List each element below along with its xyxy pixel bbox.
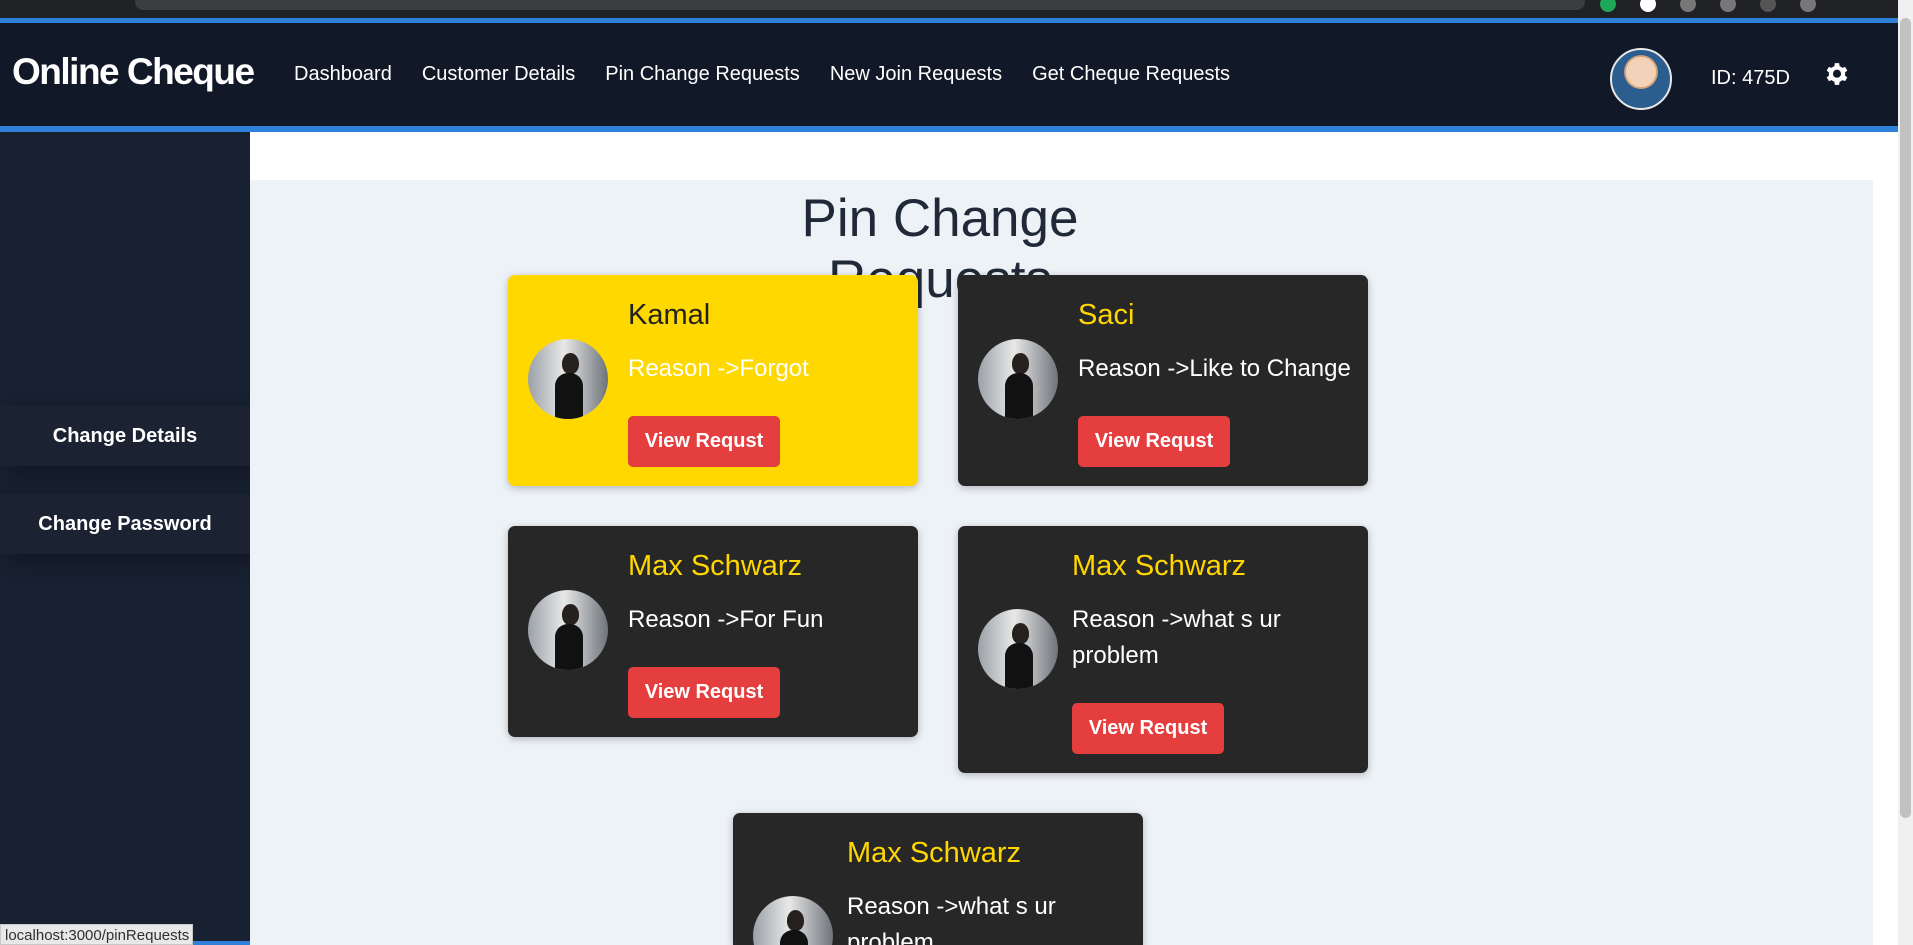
request-card: Max Schwarz Reason ->For Fun View Requst (508, 526, 918, 737)
browser-extension-icons (1600, 0, 1860, 12)
browser-toolbar (0, 0, 1913, 18)
requester-photo (753, 896, 833, 945)
request-card: Saci Reason ->Like to Change View Requst (958, 275, 1368, 486)
profile-avatar[interactable] (1610, 48, 1672, 110)
request-card: Max Schwarz Reason ->what s ur problem (733, 813, 1143, 945)
main-navbar: Online Cheque Dashboard Customer Details… (0, 23, 1898, 126)
nav-new-join-requests[interactable]: New Join Requests (830, 63, 1002, 86)
puzzle-extension-icon[interactable] (1680, 0, 1696, 12)
sidebar-item-change-password[interactable]: Change Password (0, 494, 250, 554)
view-request-button[interactable]: View Requst (628, 667, 780, 718)
request-reason: Reason ->what s ur problem (847, 893, 1056, 945)
view-request-button[interactable]: View Requst (628, 416, 780, 467)
requester-name: Saci (1078, 299, 1135, 331)
browser-address-bar[interactable] (135, 0, 1585, 10)
requester-name: Kamal (628, 299, 711, 331)
request-reason: Reason ->For Fun (628, 606, 824, 633)
content-top-spacer (250, 132, 1898, 180)
requester-photo (528, 590, 608, 670)
view-request-button[interactable]: View Requst (1078, 416, 1230, 467)
sidebar: Change Details Change Password (0, 132, 250, 945)
gear-icon[interactable] (1824, 61, 1850, 87)
sidebar-item-change-details[interactable]: Change Details (0, 406, 250, 466)
requester-photo (528, 339, 608, 419)
nav-pin-change-requests[interactable]: Pin Change Requests (605, 63, 800, 86)
request-reason: Reason ->Forgot (628, 355, 809, 382)
download-icon[interactable] (1720, 0, 1736, 12)
requester-name: Max Schwarz (847, 837, 1022, 869)
request-reason: Reason ->Like to Change (1078, 355, 1351, 382)
requester-name: Max Schwarz (628, 550, 803, 582)
bottom-accent-line (193, 941, 250, 945)
green-extension-icon[interactable] (1600, 0, 1616, 12)
request-card: Max Schwarz Reason ->what s ur problem V… (958, 526, 1368, 773)
scrollbar-thumb[interactable] (1900, 18, 1911, 818)
menu-icon[interactable] (1800, 0, 1816, 12)
nav-customer-details[interactable]: Customer Details (422, 63, 575, 86)
white-extension-icon[interactable] (1640, 0, 1656, 12)
content-right-spacer (1873, 132, 1898, 945)
nav-dashboard[interactable]: Dashboard (294, 63, 392, 86)
view-request-button[interactable]: View Requst (1072, 703, 1224, 754)
nav-get-cheque-requests[interactable]: Get Cheque Requests (1032, 63, 1230, 86)
request-card: Kamal Reason ->Forgot View Requst (508, 275, 918, 486)
requester-photo (978, 339, 1058, 419)
main-navigation: Dashboard Customer Details Pin Change Re… (294, 63, 1230, 86)
profile-extension-icon[interactable] (1760, 0, 1776, 12)
browser-status-url: localhost:3000/pinRequests (0, 924, 193, 945)
requester-photo (978, 609, 1058, 689)
page-scrollbar[interactable] (1898, 0, 1913, 945)
requester-name: Max Schwarz (1072, 550, 1247, 582)
user-id: ID: 475D (1711, 67, 1790, 89)
request-reason: Reason ->what s ur problem (1072, 606, 1281, 669)
brand-logo[interactable]: Online Cheque (12, 51, 255, 93)
